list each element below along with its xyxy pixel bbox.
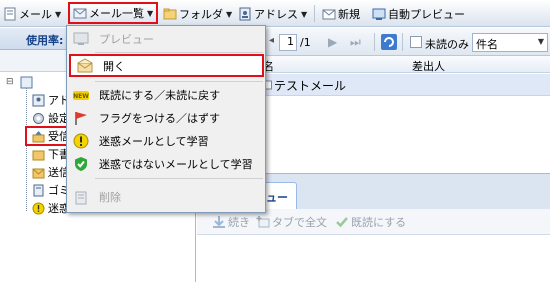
- address-menu-button[interactable]: アドレス ▼: [238, 4, 307, 24]
- menu-divider: [95, 81, 263, 82]
- mail-subject: テストメール: [274, 79, 347, 93]
- next-page-icon[interactable]: ▶: [328, 35, 337, 49]
- chevron-down-icon: ▼: [537, 37, 544, 46]
- menu-item-learn-not-spam[interactable]: 迷惑ではないメールとして学習: [67, 153, 265, 175]
- trash-icon: [75, 191, 87, 205]
- envelope-icon: [73, 8, 87, 19]
- new-mail-icon: [322, 9, 336, 20]
- menu-item-delete: 削除: [67, 186, 265, 208]
- address-menu-label: アドレス: [254, 8, 298, 21]
- mail-list-label: メール一覧: [89, 7, 144, 20]
- new-mail-label: 新規: [338, 8, 360, 21]
- collapse-icon[interactable]: ⊟: [6, 77, 16, 87]
- menu-item-toggle-read[interactable]: NEW 既読にする／未読に戻す: [67, 84, 265, 106]
- chevron-down-icon: ▼: [147, 8, 154, 18]
- continue-button[interactable]: 続き: [212, 214, 250, 230]
- menu-divider: [95, 178, 263, 179]
- checkmark-icon: [336, 217, 348, 228]
- continue-label: 続き: [228, 216, 250, 229]
- unread-only-label: 未読のみ: [425, 38, 469, 51]
- mark-read-label: 既読にする: [351, 216, 407, 229]
- mail-page-icon: [4, 7, 16, 21]
- tab-preview-label: ュー: [266, 191, 288, 204]
- new-badge-icon: NEW: [73, 91, 89, 100]
- sort-select[interactable]: 件名 ▼: [472, 33, 548, 52]
- inbox-highlight-box: [25, 126, 71, 146]
- page-number-input[interactable]: 1: [279, 34, 297, 51]
- open-in-tab-button[interactable]: タブで全文: [256, 214, 327, 230]
- add-tab-icon: [256, 216, 270, 228]
- drafts-icon: [32, 150, 45, 160]
- auto-preview-label: 自動プレビュー: [388, 8, 465, 21]
- download-icon: [213, 216, 225, 228]
- warning-icon: [32, 202, 45, 214]
- gear-icon: [33, 112, 44, 124]
- open-envelope-icon: [77, 57, 93, 72]
- toolbar-divider: [314, 5, 315, 22]
- folder-menu-button[interactable]: フォルダ ▼: [163, 4, 232, 24]
- new-mail-button[interactable]: 新規: [322, 4, 360, 24]
- folder-menu-label: フォルダ: [179, 8, 223, 21]
- chevron-down-icon: ▼: [301, 9, 308, 19]
- root-folder-icon: [20, 76, 33, 88]
- refresh-icon[interactable]: [381, 34, 397, 50]
- svg-text:NEW: NEW: [73, 93, 89, 100]
- menu-item-open[interactable]: 開く: [69, 54, 264, 77]
- sent-icon: [32, 168, 45, 178]
- chevron-down-icon: ▼: [55, 9, 62, 19]
- warning-icon: [73, 133, 89, 149]
- folder-icon: [163, 8, 177, 20]
- address-book-icon: [32, 94, 45, 106]
- menu-item-preview: プレビュー: [67, 28, 265, 50]
- preview-window-icon: [73, 32, 89, 45]
- page-nav-arrow[interactable]: ◂: [269, 35, 274, 46]
- usage-label: 使用率:: [26, 34, 64, 47]
- preview-window-icon: [372, 8, 386, 20]
- main-toolbar: メール ▼ メール一覧 ▼ フォルダ ▼ アドレス ▼ 新規 自動プレビュー: [0, 0, 550, 27]
- mark-read-button[interactable]: 既読にする: [335, 214, 406, 230]
- menu-item-flag[interactable]: フラグをつける／はずす: [67, 107, 265, 129]
- last-page-icon[interactable]: ⏭: [350, 35, 361, 50]
- mail-menu-label: メール: [19, 8, 52, 21]
- mail-list-menu-button[interactable]: メール一覧 ▼: [68, 2, 158, 24]
- chevron-down-icon: ▼: [226, 9, 233, 19]
- trash-icon: [33, 184, 44, 196]
- auto-preview-button[interactable]: 自動プレビュー: [372, 4, 465, 24]
- address-book-icon: [239, 7, 251, 21]
- page-total: /1: [300, 36, 311, 49]
- mail-menu-button[interactable]: メール ▼: [3, 4, 61, 24]
- open-in-tab-label: タブで全文: [272, 216, 327, 229]
- menu-divider: [95, 52, 263, 53]
- column-sender[interactable]: 差出人: [412, 58, 445, 74]
- sort-select-value: 件名: [476, 38, 498, 51]
- menu-item-learn-spam[interactable]: 迷惑メールとして学習: [67, 130, 265, 152]
- toolbar-divider: [402, 33, 403, 51]
- flag-icon: [75, 112, 87, 125]
- unread-only-checkbox[interactable]: [410, 36, 422, 48]
- toolbar-divider: [374, 33, 375, 51]
- shield-check-icon: [75, 157, 87, 171]
